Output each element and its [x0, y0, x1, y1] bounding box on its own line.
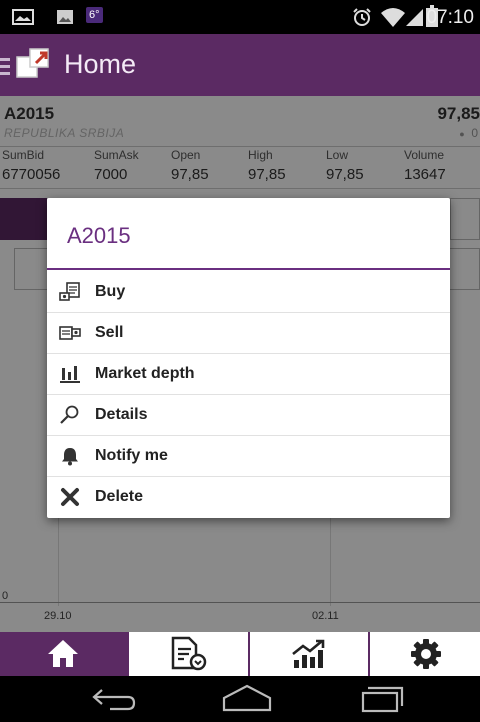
menu-item-delete[interactable]: Delete [47, 476, 450, 517]
tab-documents[interactable] [129, 632, 248, 676]
menu-item-label: Notify me [95, 447, 168, 464]
tab-home[interactable] [0, 632, 128, 676]
wifi-icon [381, 8, 405, 27]
action-bar: Home [0, 34, 480, 96]
chart-icon [292, 639, 325, 668]
page-title[interactable]: Home [64, 49, 136, 80]
tab-charts[interactable] [250, 632, 368, 676]
drawer-icon[interactable] [0, 57, 10, 75]
status-bar: 6° 07:10 [0, 0, 480, 34]
screenshot-icon [12, 9, 34, 25]
menu-item-label: Delete [95, 488, 144, 505]
sell-icon [59, 326, 81, 340]
home-nav-icon[interactable] [222, 684, 272, 712]
menu-item-label: Details [95, 406, 148, 423]
menu-item-sell[interactable]: Sell [47, 312, 450, 353]
clock: 07:10 [426, 7, 474, 28]
menu-item-market-depth[interactable]: Market depth [47, 353, 450, 394]
gallery-icon [57, 10, 73, 24]
menu-item-label: Market depth [95, 365, 195, 382]
search-icon [60, 405, 79, 424]
menu-item-notify-me[interactable]: Notify me [47, 435, 450, 476]
tab-settings[interactable] [370, 632, 480, 676]
recents-icon[interactable] [360, 684, 406, 714]
home-icon [48, 640, 78, 667]
market-depth-icon [60, 366, 80, 383]
dialog-title: A2015 [67, 223, 131, 248]
gear-icon [411, 639, 441, 669]
signal-icon [406, 9, 423, 26]
dialog-divider [47, 268, 450, 270]
close-icon [61, 488, 79, 506]
app-logo-icon[interactable] [14, 47, 54, 83]
menu-item-label: Sell [95, 324, 124, 341]
back-icon[interactable] [90, 686, 138, 712]
menu-item-label: Buy [95, 283, 126, 300]
menu-item-details[interactable]: Details [47, 394, 450, 435]
document-icon [171, 636, 207, 671]
menu-item-buy[interactable]: Buy [47, 272, 450, 312]
bell-icon [62, 448, 78, 466]
temperature-badge: 6° [86, 7, 103, 23]
context-menu-dialog: A2015 Buy Sell Market depth Details Noti… [47, 198, 450, 518]
system-nav-bar [0, 676, 480, 722]
alarm-icon [353, 8, 371, 26]
buy-icon [59, 282, 80, 301]
bottom-tab-bar [0, 632, 480, 676]
